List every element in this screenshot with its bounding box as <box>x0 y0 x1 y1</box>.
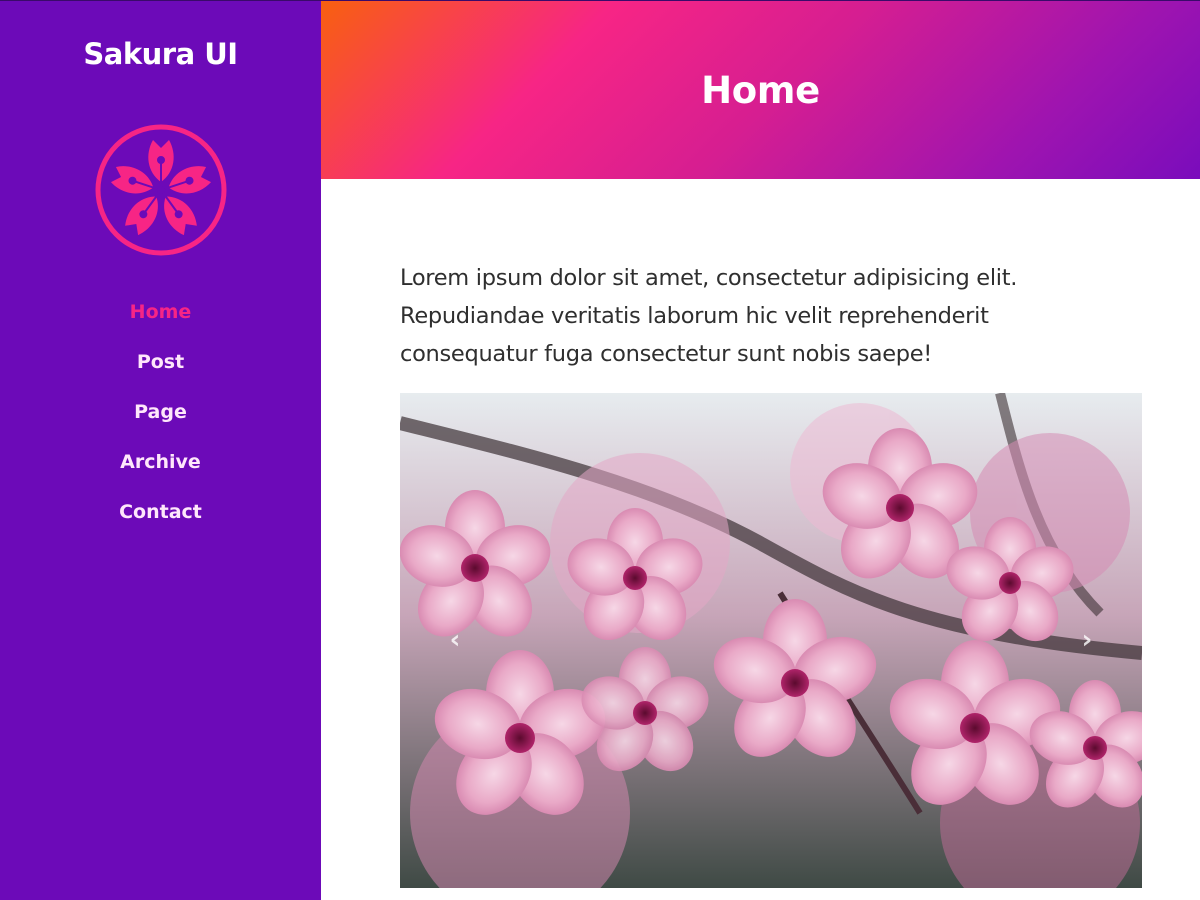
nav-item-home: Home <box>119 299 202 349</box>
brand-title: Sakura UI <box>83 37 238 71</box>
intro-paragraph: Lorem ipsum dolor sit amet, consectetur … <box>400 265 1018 367</box>
image-carousel[interactable]: ‹ › <box>400 393 1142 888</box>
content-section: Lorem ipsum dolor sit amet, consectetur … <box>321 179 1200 888</box>
nav-item-archive: Archive <box>119 449 202 499</box>
nav-item-contact: Contact <box>119 499 202 549</box>
nav-item-page: Page <box>119 399 202 449</box>
nav-item-post: Post <box>119 349 202 399</box>
sidebar: Sakura UI Home Post Page Archive Contact <box>0 0 321 900</box>
page-header: Home <box>321 0 1200 179</box>
sakura-flower-icon <box>94 123 228 257</box>
nav-link-page[interactable]: Page <box>134 401 187 423</box>
main-nav: Home Post Page Archive Contact <box>119 299 202 549</box>
main-area: Home Lorem ipsum dolor sit amet, consect… <box>321 0 1200 900</box>
chevron-right-icon[interactable]: › <box>1072 623 1102 657</box>
nav-link-home[interactable]: Home <box>130 301 192 323</box>
page-title: Home <box>701 68 820 112</box>
cherry-blossom-photo <box>400 393 1142 888</box>
nav-link-post[interactable]: Post <box>137 351 184 373</box>
nav-link-archive[interactable]: Archive <box>120 451 201 473</box>
nav-link-contact[interactable]: Contact <box>119 501 202 523</box>
app-root: Sakura UI Home Post Page Archive Contact… <box>0 0 1200 900</box>
chevron-left-icon[interactable]: ‹ <box>440 623 470 657</box>
